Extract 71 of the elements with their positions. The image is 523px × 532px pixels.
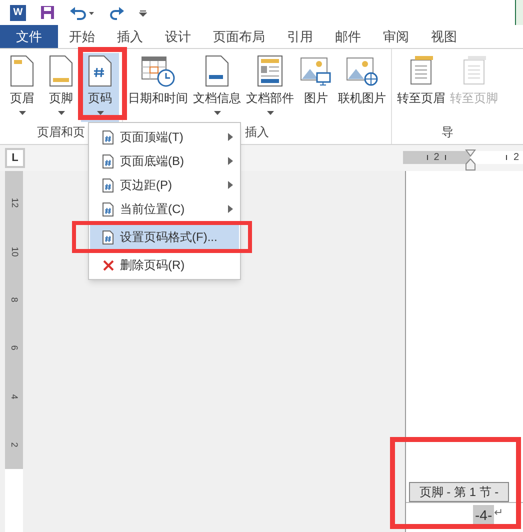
app-logo: W [10,4,26,20]
document-icon [9,55,35,87]
group-label: 页眉和页 [37,124,85,141]
file-tab[interactable]: 文件 [0,25,58,48]
ruler-number: 10 [8,246,21,256]
ruler-number: 2 [434,151,440,164]
redo-icon[interactable] [109,5,125,20]
ribbon-tab[interactable]: 引用 [276,25,324,48]
paragraph-mark: ↵ [494,506,504,521]
page-number-icon [102,178,114,192]
online-picture-icon [346,55,378,87]
ribbon-button[interactable]: 页眉 [3,53,41,122]
ribbon-tab[interactable]: 插入 [106,25,154,48]
save-icon[interactable] [40,5,55,20]
menu-item[interactable]: 页边距(P) [90,173,239,197]
group-label: 插入 [245,124,269,141]
menu-item[interactable]: 页面底端(B) [90,149,239,173]
ribbon-button[interactable]: 文档信息 [191,53,243,122]
menu-item[interactable]: 页面顶端(T) [90,125,239,149]
submenu-arrow-icon [228,157,233,165]
document-icon [204,55,230,87]
ribbon-tab[interactable]: 邮件 [324,25,372,48]
caret-icon [266,111,274,115]
submenu-arrow-icon [228,205,233,213]
caret-icon [214,111,220,115]
ribbon-button[interactable]: 日期和时间 [126,53,190,122]
page-number-field[interactable]: -4- [473,505,494,526]
undo-icon[interactable] [69,5,95,20]
ruler-number: 6 [8,346,21,351]
submenu-arrow-icon [228,181,233,189]
document-icon [87,55,113,87]
customize-caret-icon[interactable] [139,8,147,16]
page-number-icon [102,230,114,244]
document-parts-icon [257,55,283,87]
caret-icon [18,111,26,115]
ribbon-button[interactable]: 联机图片 [336,53,388,122]
caret-icon [58,111,64,115]
ribbon-tab[interactable]: 视图 [420,25,468,48]
page-number-icon [102,202,114,216]
ruler-number: 2 [8,442,21,448]
ribbon-tab[interactable]: 开始 [58,25,106,48]
ribbon-button[interactable]: 图片 [297,53,335,122]
ruler-number: 2 [513,151,519,164]
calendar-clock-icon [141,55,175,87]
submenu-arrow-icon [228,133,233,141]
picture-icon [300,55,332,87]
ruler-tick [445,155,446,160]
menu-item[interactable]: 删除页码(R) [90,253,239,277]
ruler-number: 8 [8,297,21,302]
group-label: 导 [442,124,454,141]
ribbon-button[interactable]: 转至页眉 [395,53,447,122]
ruler-tick [426,155,428,160]
indent-marker-icon[interactable] [465,149,476,171]
ruler-number: 4 [8,394,21,399]
ruler-margin [5,469,23,532]
ribbon-tab[interactable]: 审阅 [372,25,420,48]
page-number-icon [102,130,114,144]
document-icon [48,55,74,87]
caret-icon [96,111,104,115]
ruler-number: 12 [8,198,21,208]
page-number-icon [102,154,114,168]
ruler-tick [506,155,508,160]
ribbon-tab[interactable]: 页面布局 [202,25,276,48]
tab-selector[interactable]: L [5,148,25,168]
delete-icon [101,258,115,272]
contextual-tab[interactable] [515,0,523,25]
footer-tag: 页脚 - 第 1 节 - [409,482,509,502]
ribbon-button[interactable]: 文档部件 [244,53,296,122]
menu-item[interactable]: 当前位置(C) [90,197,239,221]
ribbon-button[interactable]: 页脚 [42,53,80,122]
ribbon-tab[interactable]: 设计 [154,25,202,48]
